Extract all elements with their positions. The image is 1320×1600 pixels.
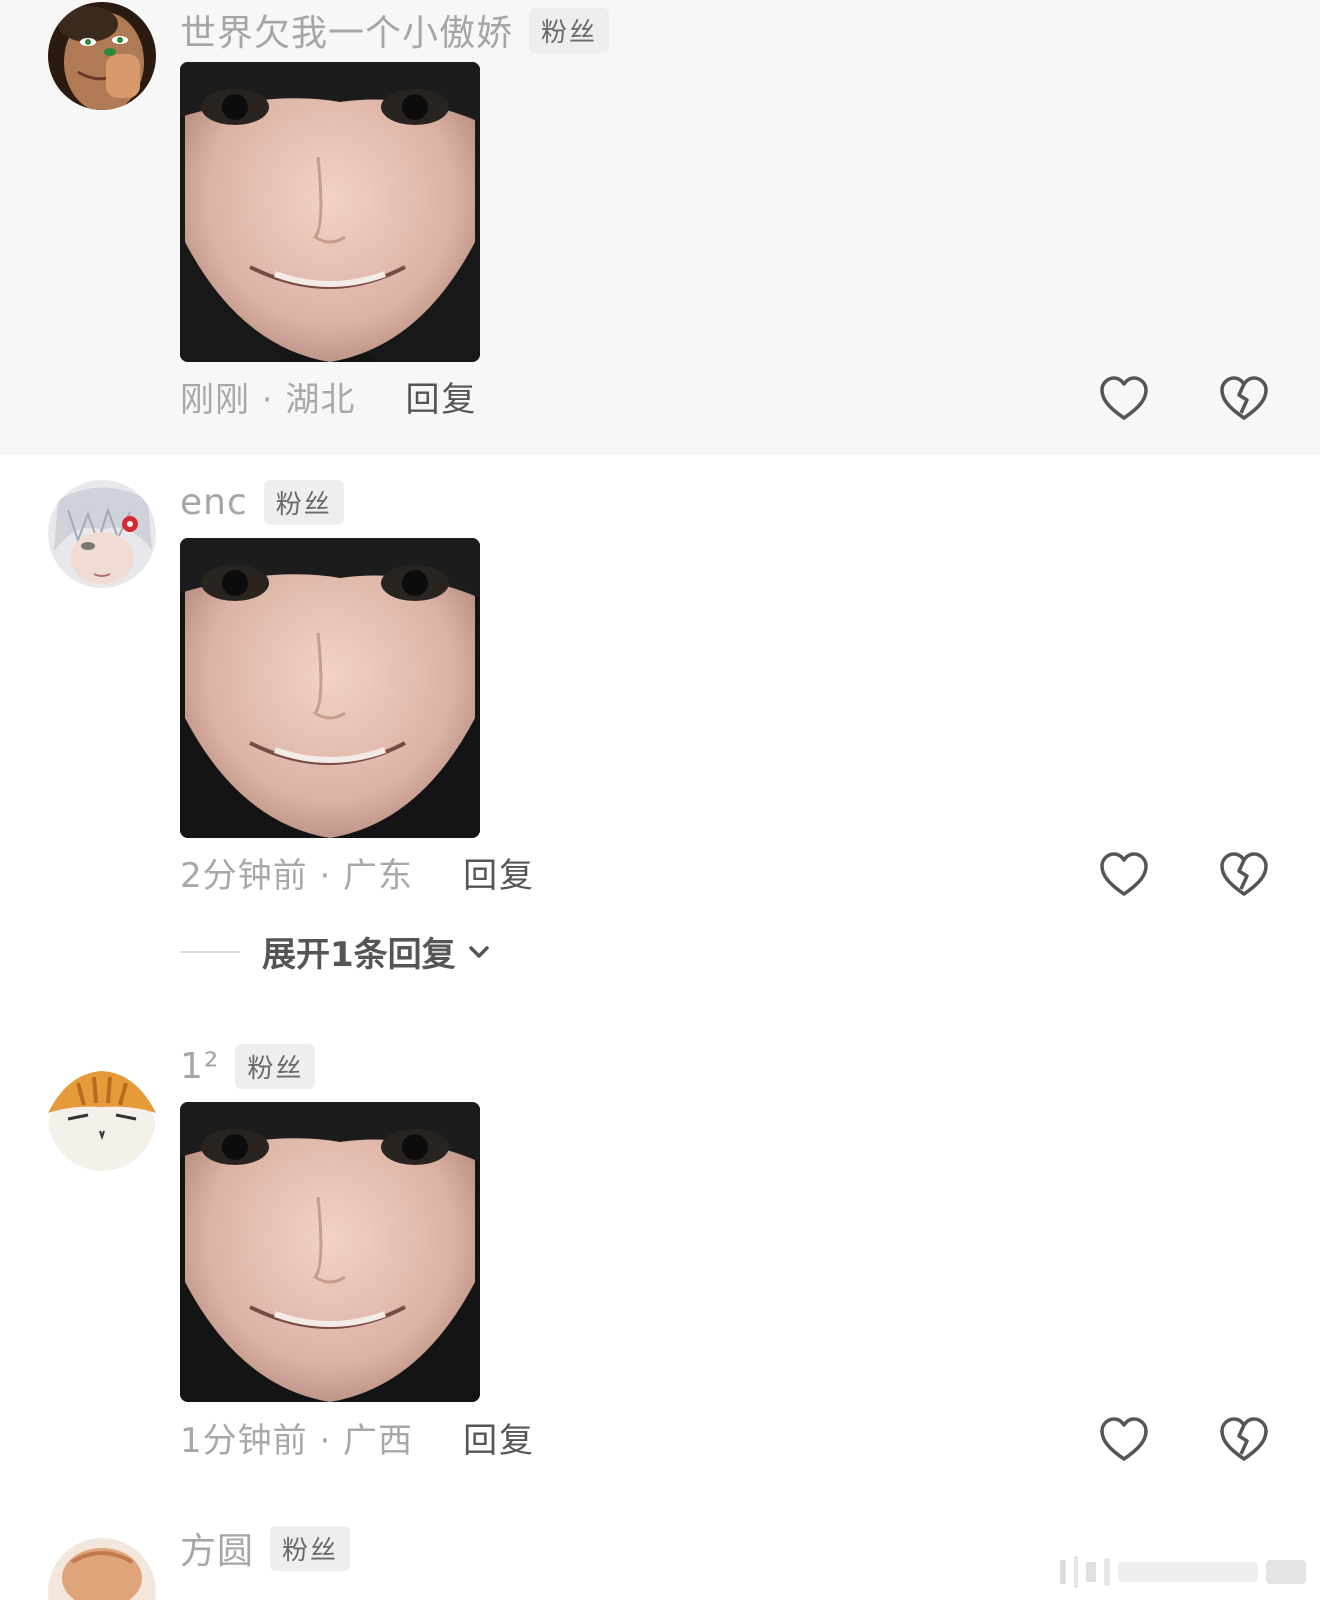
time-location: 刚刚 · 湖北 (180, 380, 356, 420)
fan-badge: 粉丝 (263, 480, 344, 525)
fan-badge: 粉丝 (270, 1525, 351, 1571)
comment-list: 世界欠我一个小傲娇 粉丝 刚刚 · 湖北 回复 enc 粉丝 2分钟前 · 广东… (0, 0, 1320, 1600)
comment-item: enc 粉丝 2分钟前 · 广东 回复 展开1条回复 (0, 455, 1320, 1000)
comment-item: 1² 粉丝 1分钟前 · 广西 回复 (0, 1030, 1320, 1530)
avatar[interactable] (48, 2, 156, 110)
chevron-down-icon (468, 945, 489, 958)
name-row: 1² 粉丝 (180, 1044, 316, 1089)
like-icon[interactable] (1098, 373, 1150, 425)
reply-button[interactable]: 回复 (463, 1413, 535, 1462)
time-location: 2分钟前 · 广东 (180, 856, 414, 896)
expand-replies-label: 展开1条回复 (262, 935, 456, 975)
name-row: 世界欠我一个小傲娇 粉丝 (180, 4, 610, 56)
avatar[interactable] (48, 1063, 156, 1171)
meta-row: 2分钟前 · 广东 回复 (180, 848, 535, 897)
dislike-icon[interactable] (1218, 373, 1270, 425)
divider (180, 950, 240, 953)
fan-badge: 粉丝 (235, 1044, 316, 1089)
username[interactable]: 方圆 (180, 1522, 254, 1574)
comment-image[interactable] (180, 1102, 480, 1402)
expand-replies-row: 展开1条回复 (180, 927, 492, 976)
username[interactable]: 1² (180, 1046, 219, 1087)
comment-item: 世界欠我一个小傲娇 粉丝 刚刚 · 湖北 回复 (0, 0, 1320, 455)
username[interactable]: enc (180, 482, 248, 523)
avatar[interactable] (48, 1538, 156, 1600)
name-row: enc 粉丝 (180, 480, 344, 525)
avatar[interactable] (48, 480, 156, 588)
reply-button[interactable]: 回复 (463, 848, 535, 897)
dislike-icon[interactable] (1218, 1414, 1270, 1466)
like-icon[interactable] (1098, 1414, 1150, 1466)
name-row: 方圆 粉丝 (180, 1522, 351, 1574)
expand-replies-button[interactable]: 展开1条回复 (262, 927, 492, 976)
meta-row: 刚刚 · 湖北 回复 (180, 372, 477, 421)
dislike-icon[interactable] (1218, 849, 1270, 901)
reply-button[interactable]: 回复 (405, 372, 477, 421)
fan-badge: 粉丝 (529, 7, 610, 53)
username[interactable]: 世界欠我一个小傲娇 (180, 4, 513, 56)
watermark (1060, 1556, 1310, 1588)
like-icon[interactable] (1098, 849, 1150, 901)
comment-image[interactable] (180, 62, 480, 362)
meta-row: 1分钟前 · 广西 回复 (180, 1413, 535, 1462)
time-location: 1分钟前 · 广西 (180, 1421, 414, 1461)
comment-image[interactable] (180, 538, 480, 838)
